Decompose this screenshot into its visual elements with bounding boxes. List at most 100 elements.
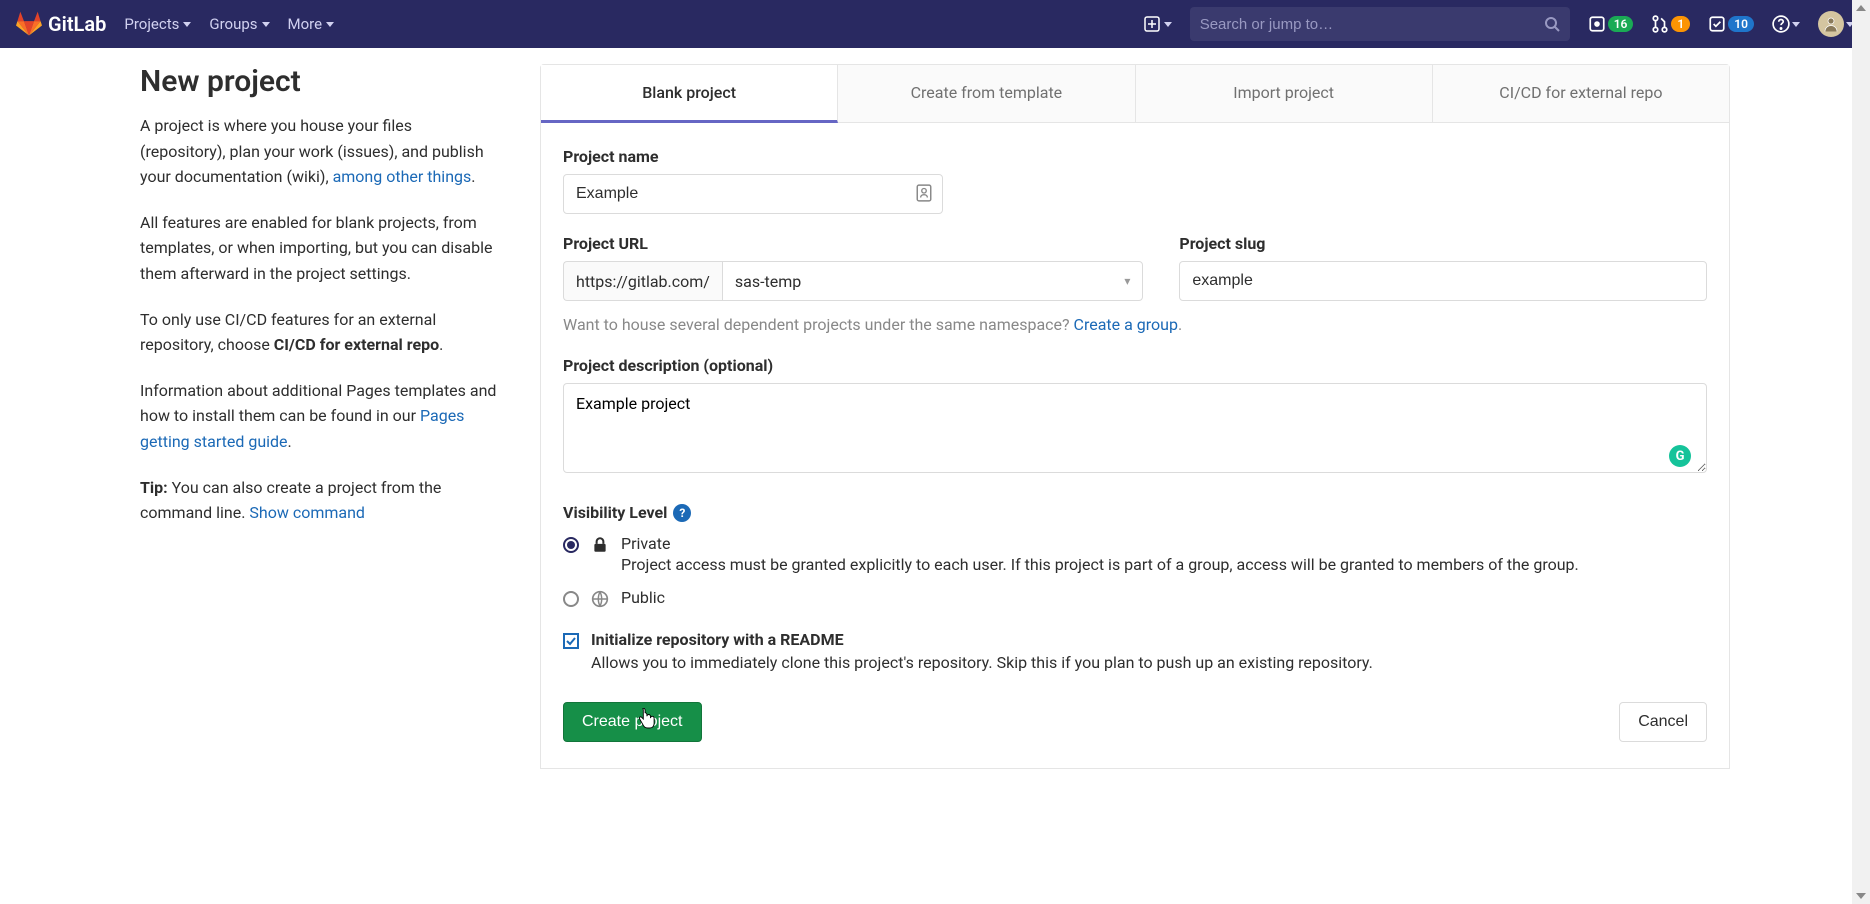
nav-projects-label: Projects — [124, 15, 179, 33]
tip-label: Tip: — [140, 478, 168, 497]
project-slug-label: Project slug — [1179, 234, 1707, 253]
project-url-label: Project URL — [563, 234, 1143, 253]
tab-cicd-external[interactable]: CI/CD for external repo — [1433, 65, 1729, 122]
lock-icon — [591, 536, 609, 554]
search-box[interactable] — [1190, 7, 1570, 41]
mr-count-badge: 1 — [1671, 16, 1690, 32]
project-name-field-wrapper — [563, 174, 943, 214]
nav-more-label: More — [288, 15, 323, 33]
cancel-button[interactable]: Cancel — [1619, 702, 1707, 742]
top-navbar: GitLab Projects Groups More 16 1 10 — [0, 0, 1870, 48]
nav-groups[interactable]: Groups — [209, 15, 269, 33]
new-dropdown[interactable] — [1144, 16, 1172, 32]
info-paragraph-3: To only use CI/CD features for an extern… — [140, 307, 500, 358]
contacts-icon — [915, 184, 933, 202]
readme-desc: Allows you to immediately clone this pro… — [591, 653, 1373, 672]
search-input[interactable] — [1200, 16, 1544, 33]
tanuki-icon — [16, 11, 42, 37]
visibility-help-icon[interactable]: ? — [673, 504, 691, 522]
help-link[interactable] — [1772, 15, 1800, 33]
issues-link[interactable]: 16 — [1588, 15, 1634, 33]
project-name-label: Project name — [563, 147, 1707, 166]
check-icon — [565, 635, 577, 647]
issues-count-badge: 16 — [1608, 16, 1634, 32]
scroll-down-icon[interactable] — [1856, 893, 1866, 899]
brand-text: GitLab — [48, 12, 106, 36]
info-paragraph-1: A project is where you house your files … — [140, 113, 500, 190]
chevron-down-icon — [1792, 22, 1800, 27]
visibility-private-desc: Project access must be granted explicitl… — [621, 555, 1579, 574]
main-column: Blank project Create from template Impor… — [540, 64, 1730, 769]
readme-checkbox[interactable] — [563, 633, 579, 649]
show-command-link[interactable]: Show command — [249, 503, 365, 522]
visibility-private-option[interactable]: Private Project access must be granted e… — [563, 534, 1707, 574]
create-project-button[interactable]: Create project — [563, 702, 702, 742]
chevron-down-icon — [262, 22, 270, 27]
new-project-form: Project name Project URL https://gitlab.… — [540, 123, 1730, 769]
tab-import-project[interactable]: Import project — [1136, 65, 1433, 122]
namespace-value: sas-temp — [735, 272, 801, 291]
radio-private[interactable] — [563, 537, 579, 553]
check-content: Initialize repository with a README Allo… — [591, 630, 1373, 672]
todos-count-badge: 10 — [1728, 16, 1754, 32]
todos-link[interactable]: 10 — [1708, 15, 1754, 33]
tab-blank-project[interactable]: Blank project — [541, 65, 838, 123]
cicd-strong: CI/CD for external repo — [274, 335, 439, 354]
project-description-label: Project description (optional) — [563, 356, 1707, 375]
nav-more[interactable]: More — [288, 15, 335, 33]
text: Visibility Level — [563, 503, 667, 522]
plus-icon — [1144, 16, 1160, 32]
initialize-readme-option[interactable]: Initialize repository with a README Allo… — [563, 630, 1707, 672]
nav-groups-label: Groups — [209, 15, 257, 33]
visibility-level-label: Visibility Level ? — [563, 503, 1707, 522]
navbar-right: 16 1 10 — [1144, 7, 1854, 41]
namespace-select[interactable]: sas-temp ▾ — [722, 261, 1143, 301]
todos-icon — [1708, 15, 1726, 33]
text: . — [288, 432, 292, 451]
radio-public[interactable] — [563, 591, 579, 607]
project-slug-column: Project slug — [1179, 234, 1707, 301]
search-icon — [1544, 16, 1560, 32]
readme-title: Initialize repository with a README — [591, 630, 1373, 649]
project-slug-input[interactable] — [1179, 261, 1707, 301]
chevron-down-icon — [326, 22, 334, 27]
project-url-group: https://gitlab.com/ sas-temp ▾ — [563, 261, 1143, 301]
tab-create-from-template[interactable]: Create from template — [838, 65, 1135, 122]
project-type-tabs: Blank project Create from template Impor… — [540, 64, 1730, 123]
nav-projects[interactable]: Projects — [124, 15, 191, 33]
info-paragraph-4: Information about additional Pages templ… — [140, 378, 500, 455]
project-name-input[interactable] — [563, 174, 943, 214]
project-description-textarea[interactable] — [563, 383, 1707, 473]
merge-request-icon — [1651, 15, 1669, 33]
project-info-sidebar: New project A project is where you house… — [140, 64, 500, 769]
chevron-down-icon — [1164, 22, 1172, 27]
navbar-left: GitLab Projects Groups More — [16, 11, 334, 37]
text: Want to house several dependent projects… — [563, 315, 1074, 334]
chevron-down-icon: ▾ — [1124, 274, 1130, 288]
person-icon — [1822, 15, 1840, 33]
visibility-private-title: Private — [621, 534, 1579, 553]
grammarly-icon[interactable]: G — [1669, 445, 1691, 467]
avatar — [1818, 11, 1844, 37]
create-group-link[interactable]: Create a group — [1074, 315, 1178, 334]
among-other-things-link[interactable]: among other things — [333, 167, 472, 186]
merge-requests-link[interactable]: 1 — [1651, 15, 1690, 33]
info-paragraph-tip: Tip: You can also create a project from … — [140, 475, 500, 526]
vertical-scrollbar[interactable] — [1852, 0, 1870, 904]
user-menu[interactable] — [1818, 11, 1854, 37]
description-wrapper: G — [563, 383, 1707, 477]
visibility-public-title: Public — [621, 588, 665, 607]
form-actions: Create project Cancel — [563, 702, 1707, 742]
page-container: New project A project is where you house… — [0, 48, 1870, 809]
project-url-column: Project URL https://gitlab.com/ sas-temp… — [563, 234, 1143, 301]
scroll-up-icon[interactable] — [1856, 5, 1866, 11]
chevron-down-icon — [183, 22, 191, 27]
info-paragraph-2: All features are enabled for blank proje… — [140, 210, 500, 287]
visibility-public-option[interactable]: Public — [563, 588, 1707, 608]
help-icon — [1772, 15, 1790, 33]
gitlab-logo[interactable]: GitLab — [16, 11, 106, 37]
url-slug-row: Project URL https://gitlab.com/ sas-temp… — [563, 234, 1707, 301]
page-title: New project — [140, 64, 500, 99]
text: . — [439, 335, 443, 354]
radio-content: Private Project access must be granted e… — [621, 534, 1579, 574]
